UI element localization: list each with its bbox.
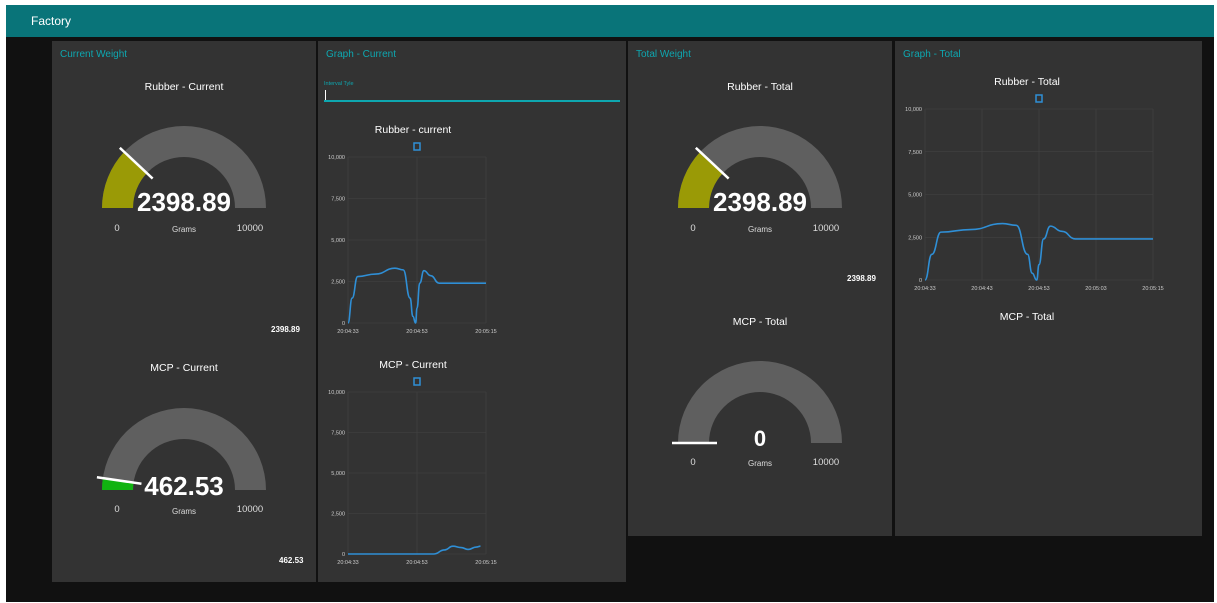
mcp-total-gauge-value: 0: [753, 426, 767, 451]
rubber-total-gauge-max: 10000: [812, 223, 840, 234]
legend-swatch: [413, 142, 421, 151]
mcp-total-chart-title: MCP - Total: [999, 311, 1055, 323]
mcp-total-gauge-units: Grams: [748, 459, 772, 468]
y-tick-label: 7,500: [331, 431, 345, 437]
mcp-total-gauge-max: 10000: [812, 457, 840, 468]
mcp-current-gauge-title: MCP - Current: [150, 362, 218, 374]
x-tick-label: 20:05:15: [475, 329, 496, 335]
mcp-current-chart-title: MCP - Current: [379, 359, 447, 371]
rubber-current-gauge-min: 0: [114, 223, 120, 234]
mcp-current-gauge-units: Grams: [172, 507, 196, 516]
series-line: [348, 545, 481, 555]
x-tick-label: 20:05:15: [1142, 286, 1163, 292]
mcp-total-gauge-min: 0: [690, 457, 696, 468]
x-tick-label: 20:05:03: [1085, 286, 1106, 292]
x-tick-label: 20:04:53: [406, 329, 427, 335]
y-tick-label: 2,500: [331, 512, 345, 518]
card-title: Current Weight: [60, 49, 128, 60]
mcp-current-gauge-value: 462.53: [144, 471, 224, 501]
y-tick-label: 10,000: [905, 107, 922, 113]
x-tick-label: 20:04:33: [914, 286, 935, 292]
card-total-weight: Total Weight Rubber - Total 2398.89 0 Gr…: [628, 41, 892, 536]
mcp-current-gauge-min: 0: [114, 504, 120, 515]
app-title: Factory: [31, 14, 72, 28]
dashboard: Factory Current Weight Rubber - Current …: [6, 5, 1214, 602]
interval-input[interactable]: [324, 88, 620, 102]
y-tick-label: 0: [919, 278, 922, 284]
y-tick-label: 10,000: [328, 390, 345, 396]
rubber-total-gauge-units: Grams: [748, 225, 772, 234]
legend-swatch: [1035, 94, 1043, 103]
card-title: Graph - Current: [326, 49, 397, 60]
mcp-current-chart: 0 2,500 5,000 7,500 10,000 20:04:33 20:04:53 20…: [328, 377, 497, 566]
card-graph-current: Graph - Current Interval Tyle Rubber - c…: [318, 41, 626, 582]
y-tick-label: 10,000: [328, 155, 345, 161]
rubber-total-text-value: 2398.89: [847, 274, 876, 283]
y-tick-label: 5,000: [331, 471, 345, 477]
interval-label: Interval Tyle: [324, 81, 354, 87]
x-tick-label: 20:04:33: [337, 560, 358, 566]
rubber-current-chart: 0 2,500 5,000 7,500 10,000 20:04:33 20:04:53 20…: [328, 142, 497, 335]
rubber-current-text-value: 2398.89: [271, 325, 300, 334]
y-tick-label: 0: [342, 321, 345, 327]
card-title: Total Weight: [636, 49, 691, 60]
rubber-total-gauge-title: Rubber - Total: [727, 81, 793, 93]
rubber-current-gauge-max: 10000: [236, 223, 264, 234]
mcp-current-gauge-max: 10000: [236, 504, 264, 515]
x-tick-label: 20:05:15: [475, 560, 496, 566]
legend-swatch: [413, 377, 421, 386]
rubber-total-chart-title: Rubber - Total: [994, 76, 1060, 88]
y-tick-label: 5,000: [908, 193, 922, 199]
y-tick-label: 7,500: [331, 197, 345, 203]
rubber-current-gauge-units: Grams: [172, 225, 196, 234]
y-tick-label: 2,500: [908, 235, 922, 241]
y-tick-label: 5,000: [331, 238, 345, 244]
mcp-total-gauge-title: MCP - Total: [732, 316, 788, 328]
y-tick-label: 2,500: [331, 280, 345, 286]
card-current-weight: Current Weight Rubber - Current 2398.89 …: [52, 41, 316, 582]
x-tick-label: 20:04:43: [971, 286, 992, 292]
text-cursor: [325, 90, 326, 100]
card-graph-total: Graph - Total Rubber - Total 0 2,500 5,000…: [895, 41, 1202, 536]
toolbar: Factory: [6, 5, 1214, 37]
rubber-current-gauge-value: 2398.89: [137, 187, 231, 217]
mcp-current-text-value: 462.53: [279, 556, 304, 565]
y-tick-label: 0: [342, 552, 345, 558]
rubber-current-chart-title: Rubber - current: [374, 124, 452, 136]
rubber-current-gauge-title: Rubber - Current: [144, 81, 224, 93]
x-tick-label: 20:04:53: [1028, 286, 1049, 292]
rubber-total-gauge-value: 2398.89: [713, 187, 807, 217]
rubber-total-gauge-min: 0: [690, 223, 696, 234]
x-tick-label: 20:04:33: [337, 329, 358, 335]
x-tick-label: 20:04:53: [406, 560, 427, 566]
y-tick-label: 7,500: [908, 150, 922, 156]
rubber-total-chart: 0 2,500 5,000 7,500 10,000 20:04:33 20:04:43 20…: [905, 94, 1164, 292]
card-title: Graph - Total: [903, 49, 961, 60]
